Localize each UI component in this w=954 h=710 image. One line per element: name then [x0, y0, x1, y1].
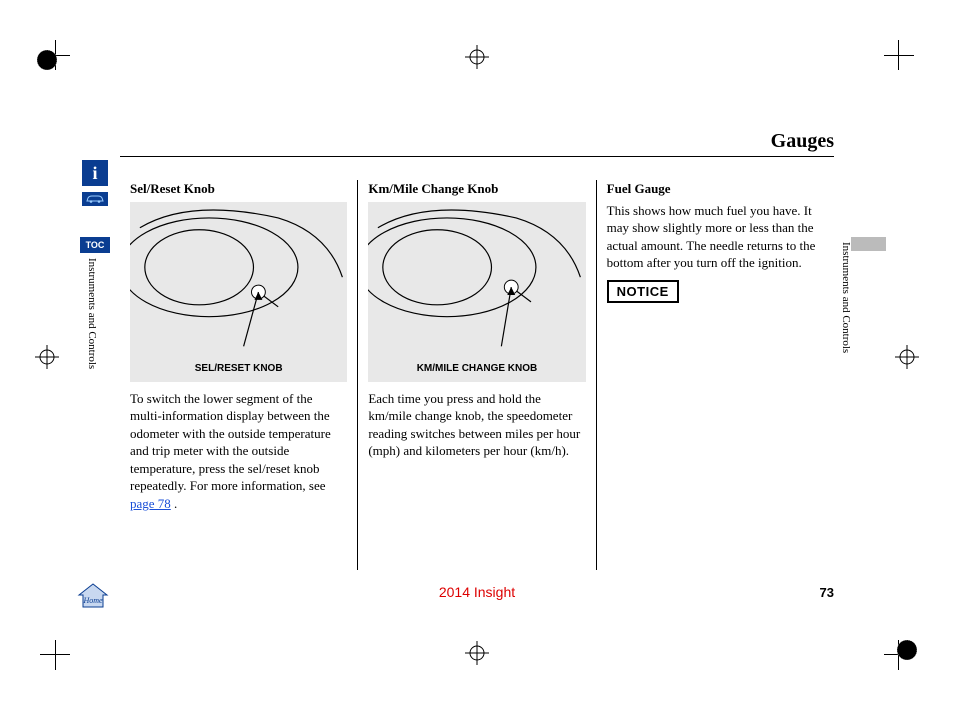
knob-illustration-1	[130, 202, 347, 382]
knob-illustration-2	[368, 202, 585, 382]
toc-label: TOC	[86, 240, 105, 250]
body-fuel-gauge: This shows how much fuel you have. It ma…	[607, 202, 824, 272]
section-label-left: Instruments and Controls	[86, 258, 98, 369]
page-number: 73	[820, 585, 834, 600]
column-sel-reset: Sel/Reset Knob SEL/RESET KNOB To switch …	[120, 180, 357, 570]
heading-km-mile: Km/Mile Change Knob	[368, 180, 585, 198]
info-button[interactable]: i	[82, 160, 108, 186]
info-icon: i	[92, 163, 97, 184]
registration-mark-top	[465, 45, 489, 69]
crop-mark-bl	[30, 640, 70, 680]
registration-solid-br	[895, 638, 919, 662]
figure-km-mile: KM/MILE CHANGE KNOB	[368, 202, 585, 382]
column-km-mile: Km/Mile Change Knob KM/MILE CHANGE KNOB …	[357, 180, 595, 570]
heading-sel-reset: Sel/Reset Knob	[130, 180, 347, 198]
registration-mark-left	[35, 345, 59, 369]
figure-caption-2: KM/MILE CHANGE KNOB	[368, 362, 585, 376]
notice-box: NOTICE	[607, 280, 679, 304]
car-icon	[85, 194, 105, 204]
content-columns: Sel/Reset Knob SEL/RESET KNOB To switch …	[120, 180, 834, 570]
registration-solid-tl	[35, 48, 59, 72]
column-fuel-gauge: Fuel Gauge This shows how much fuel you …	[596, 180, 834, 570]
body-km-mile: Each time you press and hold the km/mile…	[368, 390, 585, 460]
header-rule	[120, 156, 834, 157]
section-label-right: Instruments and Controls	[840, 242, 852, 353]
crop-mark-tr	[884, 30, 924, 70]
registration-mark-right	[895, 345, 919, 369]
page-title: Gauges	[771, 130, 834, 153]
body-sel-reset: To switch the lower segment of the multi…	[130, 390, 347, 513]
toc-button[interactable]: TOC	[80, 237, 110, 253]
heading-fuel-gauge: Fuel Gauge	[607, 180, 824, 198]
footer-model: 2014 Insight	[0, 584, 954, 600]
figure-sel-reset: SEL/RESET KNOB	[130, 202, 347, 382]
page-link-78[interactable]: page 78	[130, 496, 171, 511]
registration-mark-bottom	[465, 641, 489, 665]
figure-caption-1: SEL/RESET KNOB	[130, 362, 347, 376]
car-icon-button[interactable]	[82, 192, 108, 206]
sidebar-nav: i TOC	[75, 160, 115, 253]
section-tab-right	[851, 237, 886, 251]
